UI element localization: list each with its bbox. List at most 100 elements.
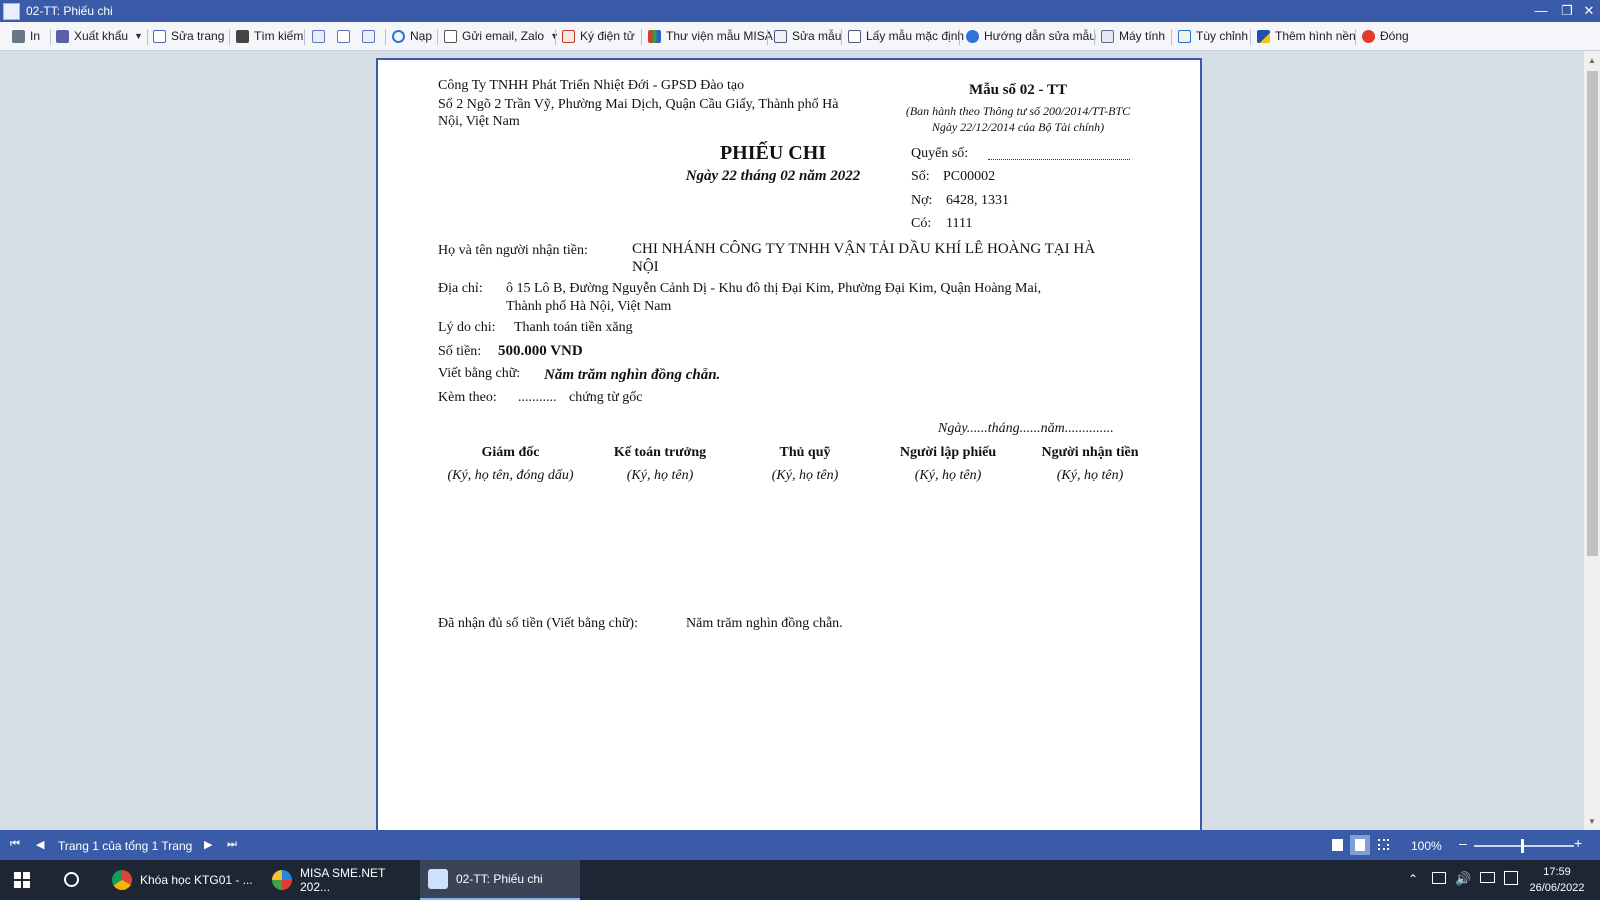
reason-label: Lý do chi:	[438, 320, 496, 335]
template-library-button[interactable]: Thư viện mẫu MISA	[648, 26, 773, 46]
number-label: Số:	[911, 169, 930, 184]
attached-suffix: chứng từ gốc	[569, 390, 643, 405]
vertical-scrollbar[interactable]: ▲ ▼	[1583, 51, 1600, 830]
save-icon	[56, 29, 69, 43]
signature-icon	[562, 29, 575, 43]
scroll-up-icon[interactable]: ▲	[1588, 56, 1596, 65]
continuous-page-icon[interactable]	[1350, 835, 1370, 855]
tray-app-icon[interactable]	[1432, 872, 1446, 884]
clock-date[interactable]: 26/06/2022	[1522, 882, 1592, 894]
fit-view-button[interactable]	[362, 26, 380, 46]
calculator-button[interactable]: Máy tính	[1101, 26, 1165, 46]
reload-button[interactable]: Nạp	[392, 26, 432, 46]
zoom-out-icon[interactable]: –	[1459, 835, 1467, 851]
language-icon[interactable]	[1504, 871, 1518, 885]
taskbar-item-report[interactable]: 02-TT: Phiếu chi	[420, 860, 580, 900]
windows-start-icon[interactable]	[14, 872, 30, 888]
close-window-button[interactable]: ✕	[1578, 2, 1600, 20]
first-page-icon[interactable]: ⏮	[10, 838, 20, 851]
debit-label: Nợ:	[911, 193, 933, 208]
zoom-slider[interactable]	[1474, 839, 1574, 853]
scrollbar-thumb[interactable]	[1587, 71, 1598, 556]
credit-account: 1111	[946, 216, 973, 231]
toolbar-separator	[385, 29, 386, 45]
document-icon	[444, 29, 457, 43]
report-viewer[interactable]: Công Ty TNHH Phát Triển Nhiệt Đới - GPSD…	[0, 51, 1583, 830]
default-template-button[interactable]: Lấy mẫu mặc định	[848, 26, 964, 46]
minimize-button[interactable]: —	[1530, 2, 1552, 20]
send-email-button[interactable]: Gửi email, Zalo ▼	[444, 26, 559, 46]
next-page-icon[interactable]: ▶	[204, 838, 212, 851]
customize-button[interactable]: Tùy chỉnh	[1178, 26, 1248, 46]
signer-title: Người nhận tiền	[1041, 445, 1139, 460]
misa-icon	[272, 870, 292, 890]
previous-page-icon[interactable]: ◀	[36, 838, 44, 851]
signer-title: Giám đốc	[481, 445, 540, 460]
help-icon	[966, 29, 979, 43]
signer-note: (Ký, họ tên)	[626, 468, 694, 483]
fit-page-icon	[362, 29, 375, 43]
page-view-icon	[312, 29, 325, 43]
attached-label: Kèm theo:	[438, 390, 497, 405]
company-name: Công Ty TNHH Phát Triển Nhiệt Đới - GPSD…	[438, 78, 745, 93]
taskbar: Khóa học KTG01 - ... MISA SME.NET 202...…	[0, 860, 1600, 900]
attached-count: ...........	[518, 390, 557, 405]
search-button[interactable]: Tìm kiếm	[236, 26, 303, 46]
receiver-label: Họ và tên người nhận tiền:	[438, 243, 588, 258]
toolbar-separator	[555, 29, 556, 45]
signer-note: (Ký, họ tên, đóng dấu)	[447, 468, 574, 483]
toolbar-separator	[959, 29, 960, 45]
export-button[interactable]: Xuất khẩu ▼	[56, 26, 143, 46]
taskbar-item-chrome[interactable]: Khóa học KTG01 - ...	[104, 860, 262, 900]
title-bar: 02-TT: Phiếu chi — ❐ ✕	[0, 0, 1600, 22]
status-bar: ⏮ ◀ Trang 1 của tổng 1 Trang ▶ ⏭ 100% – …	[0, 830, 1600, 860]
toolbar-separator	[1171, 29, 1172, 45]
scroll-down-icon[interactable]: ▼	[1588, 817, 1596, 826]
signer-title: Kế toán trưởng	[613, 445, 707, 460]
receiver-address: ô 15 Lô B, Đường Nguyễn Cảnh Dị - Khu đô…	[506, 281, 1042, 296]
clock-time[interactable]: 17:59	[1522, 866, 1592, 878]
list-icon	[848, 29, 861, 43]
zoom-in-icon[interactable]: +	[1574, 835, 1582, 851]
zoom-level: 100%	[1411, 839, 1442, 853]
book-label: Quyển số:	[911, 146, 969, 161]
window-title: 02-TT: Phiếu chi	[26, 4, 113, 18]
toolbar-separator	[229, 29, 230, 45]
multi-page-icon[interactable]	[1378, 839, 1389, 850]
toolbar-separator	[1355, 29, 1356, 45]
edit-template-button[interactable]: Sửa mẫu	[774, 26, 841, 46]
guide-button[interactable]: Hướng dẫn sửa mẫu	[966, 26, 1096, 46]
sign-date: Ngày......tháng......năm..............	[938, 421, 1114, 436]
zoom-slider-handle[interactable]	[1521, 839, 1524, 853]
payment-reason: Thanh toán tiền xăng	[514, 320, 633, 335]
amount-in-words: Năm trăm nghìn đồng chẵn.	[544, 367, 721, 383]
chevron-up-icon[interactable]: ⌃	[1408, 872, 1418, 886]
taskbar-item-misa[interactable]: MISA SME.NET 202...	[264, 860, 418, 900]
amount-value: 500.000 VND	[498, 343, 583, 359]
print-button[interactable]: In	[12, 26, 40, 46]
toolbar-separator	[1250, 29, 1251, 45]
single-page-icon[interactable]	[1332, 839, 1343, 851]
search-icon[interactable]	[64, 872, 79, 887]
e-sign-button[interactable]: Ký điện tử	[562, 26, 635, 46]
edit-page-button[interactable]: Sửa trang	[153, 26, 224, 46]
image-icon	[1257, 29, 1270, 43]
page-width-view-button[interactable]	[337, 26, 355, 46]
toolbar-separator	[147, 29, 148, 45]
restore-button[interactable]: ❐	[1556, 2, 1578, 20]
receiver-name: CHI NHÁNH CÔNG TY TNHH VẬN TẢI DẦU KHÍ L…	[632, 241, 1096, 257]
single-page-view-button[interactable]	[312, 26, 330, 46]
chrome-icon	[112, 870, 132, 890]
volume-icon[interactable]: 🔊	[1455, 871, 1471, 887]
last-page-icon[interactable]: ⏭	[227, 838, 237, 851]
refresh-icon	[392, 29, 405, 43]
network-icon[interactable]	[1480, 872, 1495, 883]
signer-note: (Ký, họ tên)	[914, 468, 982, 483]
amount-label: Số tiền:	[438, 344, 482, 359]
close-button[interactable]: Đóng	[1362, 26, 1409, 46]
toolbar-separator	[50, 29, 51, 45]
add-background-button[interactable]: Thêm hình nền	[1257, 26, 1356, 46]
report-icon	[428, 869, 448, 889]
book-number-field	[988, 159, 1130, 160]
chevron-down-icon[interactable]: ▼	[134, 31, 143, 41]
